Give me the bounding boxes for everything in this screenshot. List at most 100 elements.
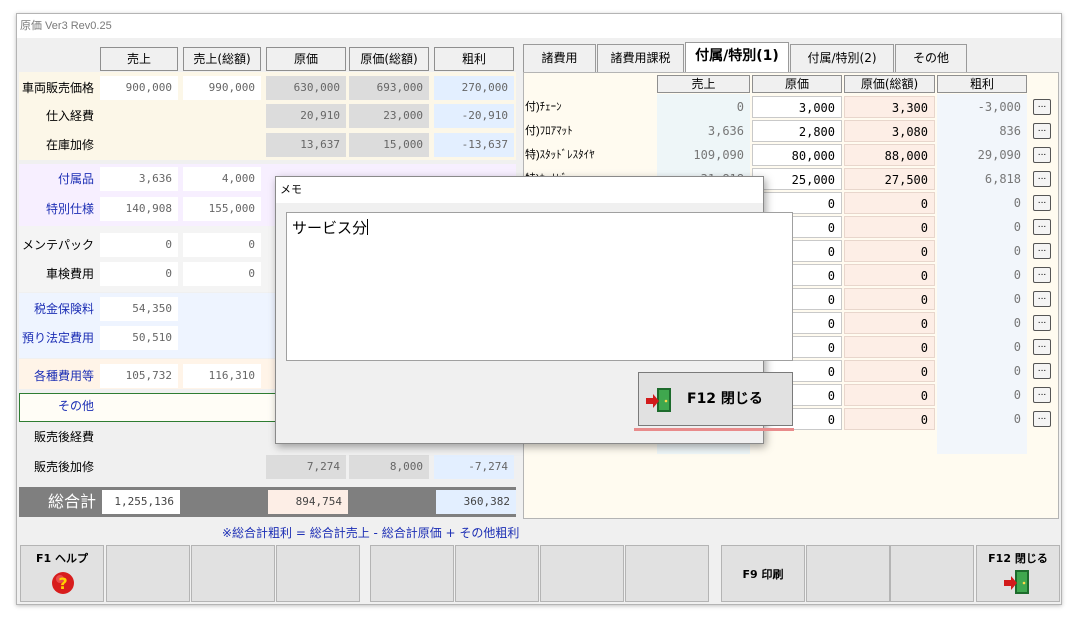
value-cell	[183, 133, 261, 157]
main-window: 原価 Ver3 Rev0.25 売上 売上(総額) 原価 原価(総額) 粗利 車両販売価格…	[16, 13, 1062, 605]
left-header: 売上(総額)	[183, 47, 261, 71]
detail-cell[interactable]: 88,000	[844, 144, 935, 166]
function-key[interactable]: F9 印刷	[721, 545, 805, 602]
memo-button[interactable]: ...	[1033, 363, 1051, 379]
total-row: 総合計 1,255,136 894,754 360,382	[19, 487, 516, 517]
f9-label: F9 印刷	[742, 568, 784, 581]
tab-sonota[interactable]: その他	[895, 44, 967, 72]
detail-cell: 29,090	[977, 148, 1021, 162]
row-label: 販売後加修	[33, 460, 94, 474]
value-cell: 3,636	[100, 167, 178, 191]
memo-button[interactable]: ...	[1033, 339, 1051, 355]
window-title: 原価 Ver3 Rev0.25	[17, 14, 1061, 38]
value-cell: 270,000	[434, 76, 514, 100]
value-cell: 0	[100, 233, 178, 257]
dialog-close-label: F12 閉じる	[687, 391, 763, 407]
value-cell: 20,910	[266, 104, 346, 128]
function-key[interactable]: F12 閉じる	[976, 545, 1060, 602]
memo-button[interactable]: ...	[1033, 291, 1051, 307]
detail-header: 原価	[752, 75, 842, 93]
value-cell	[183, 297, 261, 321]
function-key[interactable]	[370, 545, 454, 602]
value-cell: 105,732	[100, 364, 178, 388]
function-key[interactable]	[455, 545, 539, 602]
tab-fuzoku-tokubetsu-1[interactable]: 付属/特別(1)	[685, 42, 789, 72]
value-cell	[183, 394, 261, 418]
tab-shohiyo[interactable]: 諸費用	[523, 44, 596, 72]
detail-cell[interactable]: 0	[844, 336, 935, 358]
detail-cell[interactable]: 3,000	[752, 96, 842, 118]
dialog-title: メモ	[276, 177, 763, 203]
detail-cell: 0	[1013, 196, 1021, 210]
detail-cell[interactable]: 0	[844, 384, 935, 406]
function-key[interactable]	[276, 545, 360, 602]
detail-cell: 0	[1013, 364, 1021, 378]
tab-fuzoku-tokubetsu-2[interactable]: 付属/特別(2)	[790, 44, 894, 72]
value-cell: 54,350	[100, 297, 178, 321]
row-label: 仕入経費	[45, 109, 94, 123]
value-cell	[100, 133, 178, 157]
detail-cell[interactable]: 0	[844, 408, 935, 430]
detail-cell[interactable]: 0	[844, 312, 935, 334]
function-key[interactable]	[106, 545, 190, 602]
detail-cell[interactable]: 3,300	[844, 96, 935, 118]
memo-button[interactable]: ...	[1033, 195, 1051, 211]
row-label: 各種費用等	[33, 369, 94, 383]
memo-button[interactable]: ...	[1033, 267, 1051, 283]
memo-button[interactable]: ...	[1033, 123, 1051, 139]
row-label: その他	[57, 399, 94, 413]
function-key[interactable]	[625, 545, 709, 602]
total-profit: 360,382	[436, 490, 516, 514]
item-name: 特)ｽﾀｯﾄﾞﾚｽﾀｲﾔ	[525, 149, 595, 161]
value-cell: 155,000	[183, 197, 261, 221]
memo-dialog: メモ サービス分 F12 閉じる	[275, 176, 794, 444]
memo-button[interactable]: ...	[1033, 411, 1051, 427]
memo-button[interactable]: ...	[1033, 387, 1051, 403]
detail-cell[interactable]: 2,800	[752, 120, 842, 142]
memo-textarea[interactable]: サービス分	[286, 212, 793, 361]
item-name: 付)ﾁｪｰﾝ	[525, 101, 562, 113]
detail-cell[interactable]: 0	[844, 360, 935, 382]
detail-cell: 0	[1013, 220, 1021, 234]
memo-button[interactable]: ...	[1033, 99, 1051, 115]
function-key[interactable]	[540, 545, 624, 602]
detail-cell: 3,636	[707, 124, 744, 138]
memo-button[interactable]: ...	[1033, 171, 1051, 187]
function-key[interactable]	[890, 545, 974, 602]
dialog-close-button[interactable]: F12 閉じる	[638, 372, 793, 426]
value-cell	[100, 455, 178, 479]
detail-cell: 836	[999, 124, 1021, 138]
value-cell	[183, 104, 261, 128]
detail-cell: 109,090	[693, 148, 744, 162]
function-key[interactable]	[806, 545, 890, 602]
value-cell	[100, 425, 178, 449]
value-cell: 990,000	[183, 76, 261, 100]
detail-cell[interactable]: 0	[844, 192, 935, 214]
detail-cell[interactable]: 0	[844, 288, 935, 310]
svg-text:?: ?	[58, 574, 67, 593]
function-key[interactable]	[191, 545, 275, 602]
left-header: 原価	[266, 47, 346, 71]
detail-cell[interactable]: 27,500	[844, 168, 935, 190]
detail-cell[interactable]: 3,080	[844, 120, 935, 142]
row-label: 預り法定費用	[21, 331, 94, 345]
formula-note: ※総合計粗利 = 総合計売上 - 総合計原価 + その他粗利	[222, 526, 520, 540]
memo-button[interactable]: ...	[1033, 315, 1051, 331]
memo-button[interactable]: ...	[1033, 243, 1051, 259]
detail-cell[interactable]: 80,000	[752, 144, 842, 166]
function-key[interactable]: F1 ヘルプ?	[20, 545, 104, 602]
memo-button[interactable]: ...	[1033, 147, 1051, 163]
detail-cell: 6,818	[984, 172, 1021, 186]
detail-cell[interactable]: 0	[844, 264, 935, 286]
detail-cell[interactable]: 0	[752, 192, 842, 214]
value-cell: 50,510	[100, 326, 178, 350]
value-cell	[183, 425, 261, 449]
detail-cell: 0	[1013, 412, 1021, 426]
detail-cell[interactable]: 25,000	[752, 168, 842, 190]
value-cell: 693,000	[349, 76, 429, 100]
detail-cell[interactable]: 0	[844, 216, 935, 238]
detail-cell: 0	[1013, 340, 1021, 354]
tab-shohiyo-kazei[interactable]: 諸費用課税	[597, 44, 684, 72]
detail-cell[interactable]: 0	[844, 240, 935, 262]
memo-button[interactable]: ...	[1033, 219, 1051, 235]
